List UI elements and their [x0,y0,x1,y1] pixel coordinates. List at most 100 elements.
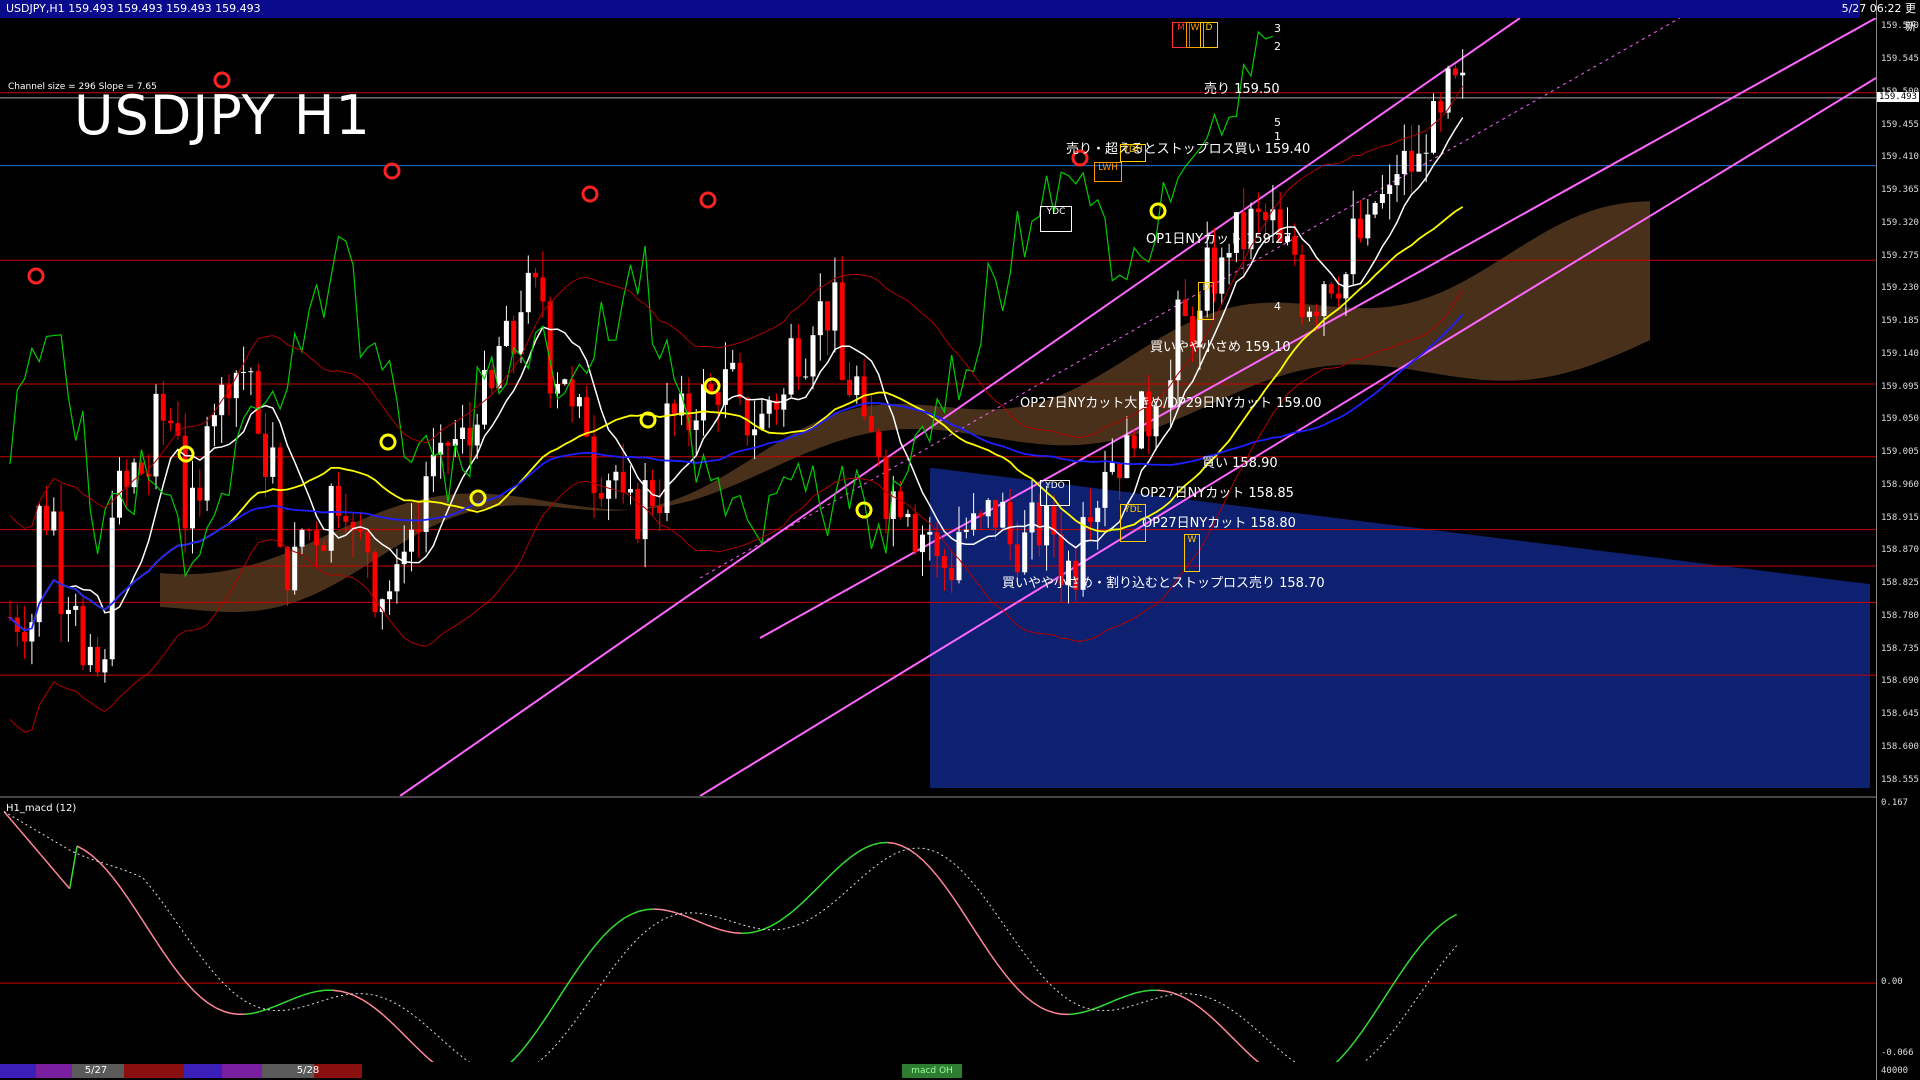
candle-body [868,416,874,432]
macd-line-segment [127,897,137,910]
candle-body [1095,507,1101,523]
macd-line-segment [602,928,611,938]
candle-body [525,272,531,313]
macd-button[interactable]: macd OH [902,1064,962,1078]
macd-line-segment [163,953,173,965]
candle-body [562,379,568,384]
macd-line-segment [697,920,706,925]
signal-marker [379,433,397,451]
candle-body [44,505,49,531]
macd-line-segment [594,936,604,946]
session-segment [222,1064,262,1078]
macd-line-segment [587,944,596,956]
macd-line-segment [339,990,348,994]
candle-body [810,335,816,377]
price-tick: 159.320 [1881,217,1919,228]
session-segment [184,1064,222,1078]
macd-line-segment [61,879,71,890]
macd-line-segment [777,916,786,923]
macd-line-segment [1032,1002,1042,1009]
candle-body [95,646,101,673]
candle-body [489,369,495,389]
candle-body [1379,194,1385,203]
macd-line-segment [215,1007,224,1012]
macd-line-segment [821,876,830,885]
macd-line-segment [1215,1020,1224,1029]
macd-line-segment [134,908,144,921]
macd-line-segment [25,836,34,847]
macd-chart[interactable] [0,796,1876,1062]
level-label: OP27日NYカット 158.80 [1142,516,1296,531]
price-tick: 158.960 [1881,479,1919,490]
price-tick: 159.185 [1881,316,1919,327]
candle-body [80,605,86,666]
candle-body [1036,502,1042,546]
candle-body [730,362,736,370]
price-tick: 159.545 [1881,54,1919,65]
candle-body [533,272,539,278]
session-segment [0,1064,36,1078]
macd-line-segment [18,828,27,838]
marker-box-label: YDH [1120,144,1146,162]
channel-number: 1 [1274,130,1281,143]
macd-line-segment [54,871,63,881]
candle-body [1270,209,1276,221]
candle-body [657,506,663,514]
macd-line-segment [887,841,895,845]
macd-line-segment [1434,923,1443,931]
macd-line-segment [1113,997,1122,1002]
candle-body [284,546,290,591]
level-label: OP27日NYカット 158.85 [1140,486,1294,501]
macd-line-segment [332,989,340,992]
signal-marker [27,267,45,285]
candle-body [343,515,349,522]
macd-line-segment [1157,989,1165,992]
candle-body [503,320,509,346]
price-tick: 158.600 [1881,741,1919,752]
macd-line-segment [1120,994,1129,999]
macd-line-segment [1404,955,1414,967]
candle-body [430,454,436,477]
macd-line-segment [923,860,932,870]
signal-marker [699,191,717,209]
candle-body [65,609,71,615]
price-tick: 159.140 [1881,348,1919,359]
price-tick: 158.645 [1881,709,1919,720]
candle-body [1431,101,1436,153]
macd-title: H1_macd (12) [6,803,77,814]
macd-line-segment [784,910,793,918]
candle-body [963,529,969,532]
macd-line-segment [47,862,56,873]
marker-box-label: YDO [1040,480,1070,506]
candle-body [737,362,743,398]
candle-body [825,301,831,331]
macd-line-segment [1076,1011,1085,1015]
macd-line-segment [281,999,289,1005]
macd-line-segment [1412,945,1421,957]
candle-body [1438,101,1444,113]
candle-body [883,457,889,519]
price-tick: 159.590 [1881,21,1919,32]
candle-body [518,312,524,355]
candle-body [898,491,904,518]
macd-line-segment [668,910,676,914]
macd-line-segment [1098,1003,1107,1008]
macd-line-segment [660,908,669,912]
candle-body [540,277,546,302]
candle-body [941,555,947,569]
candle-body [1022,532,1028,573]
macd-line-segment [1361,1020,1370,1033]
candle-body [22,631,28,642]
macd-line-segment [1047,1010,1056,1014]
level-label: 買いやや小さめ 159.10 [1150,340,1291,355]
macd-line-segment [981,941,991,954]
candle-body [241,371,247,373]
macd-line-segment [105,869,115,879]
candle-body [299,529,305,547]
macd-tick: 0.00 [1881,977,1903,988]
macd-line-segment [295,994,304,999]
candle-body [409,529,414,552]
candle-body [1182,299,1188,317]
candle-body [1409,150,1415,172]
price-tick: 158.915 [1881,512,1919,523]
